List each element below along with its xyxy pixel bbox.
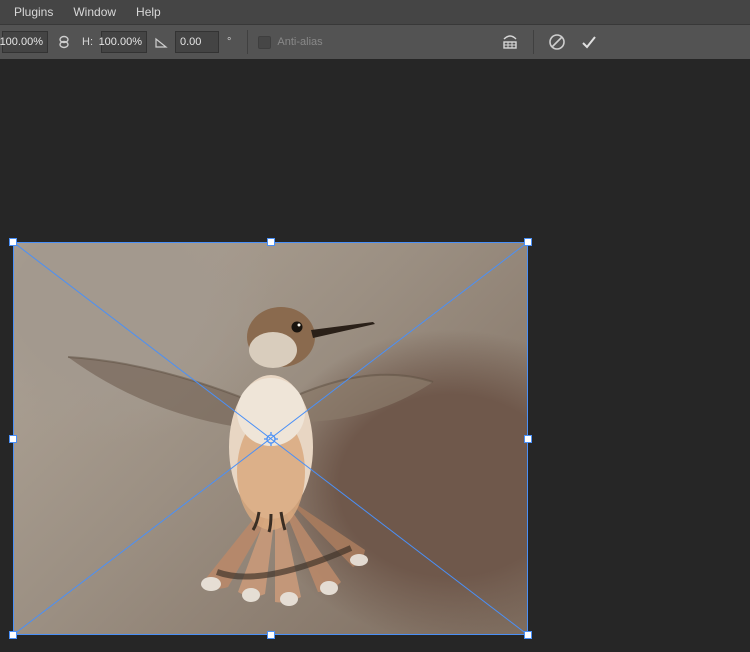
aspect-link-icon[interactable]	[54, 32, 74, 52]
transform-rotate-field[interactable]: 0.00	[175, 31, 219, 53]
cancel-transform-button[interactable]	[544, 29, 570, 55]
transform-options-bar: 100.00% H: 100.00% 0.00 ° Anti-alias	[0, 24, 750, 60]
commit-transform-button[interactable]	[576, 29, 602, 55]
document-tab-strip	[0, 60, 750, 84]
warp-icon	[501, 33, 519, 51]
handle-top-left[interactable]	[9, 238, 17, 246]
handle-bottom-left[interactable]	[9, 631, 17, 639]
image-layer[interactable]	[13, 242, 528, 635]
height-label: H:	[80, 36, 95, 48]
handle-middle-right[interactable]	[524, 435, 532, 443]
transform-center-point[interactable]	[264, 432, 278, 446]
separator	[247, 30, 248, 54]
degree-symbol: °	[227, 36, 231, 48]
transform-width-field[interactable]: 100.00%	[2, 31, 48, 53]
handle-top-center[interactable]	[267, 238, 275, 246]
separator	[533, 30, 534, 54]
menu-help[interactable]: Help	[126, 2, 171, 22]
rotate-angle-icon	[153, 34, 169, 50]
menu-window[interactable]: Window	[63, 2, 126, 22]
menu-plugins[interactable]: Plugins	[4, 2, 63, 22]
handle-middle-left[interactable]	[9, 435, 17, 443]
menu-bar: Plugins Window Help	[0, 0, 750, 24]
warp-mode-button[interactable]	[497, 29, 523, 55]
antialias-checkbox: Anti-alias	[258, 36, 322, 49]
checkbox-icon	[258, 36, 271, 49]
checkmark-icon	[580, 33, 598, 51]
cancel-icon	[548, 33, 566, 51]
handle-top-right[interactable]	[524, 238, 532, 246]
handle-bottom-right[interactable]	[524, 631, 532, 639]
canvas-area[interactable]	[0, 84, 750, 652]
transform-height-field[interactable]: 100.00%	[101, 31, 147, 53]
handle-bottom-center[interactable]	[267, 631, 275, 639]
antialias-label: Anti-alias	[277, 36, 322, 48]
